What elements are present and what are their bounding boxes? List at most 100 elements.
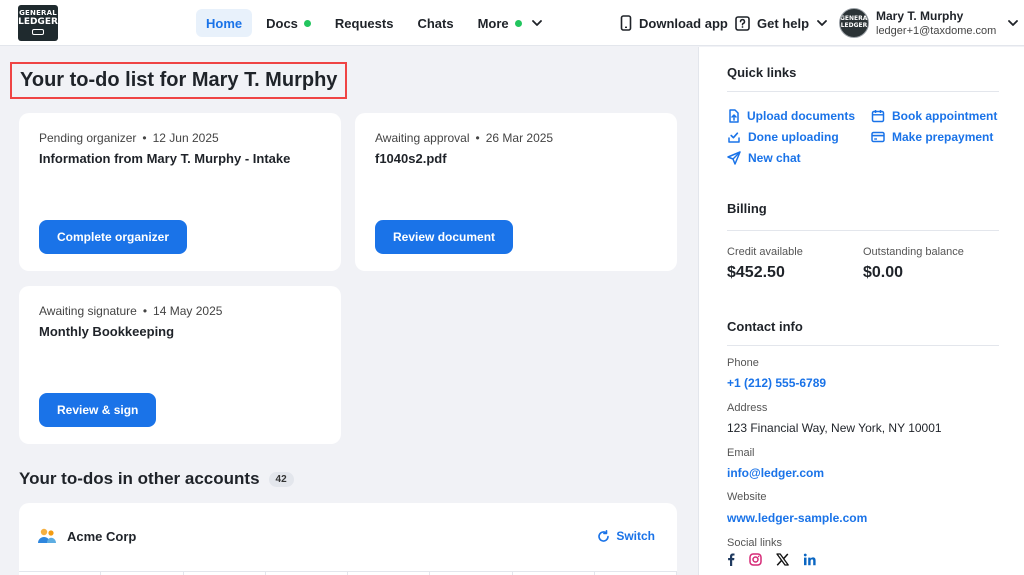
make-prepayment-label: Make prepayment [892,130,994,144]
todo-card: Pending organizer • 12 Jun 2025 Informatio… [19,113,341,271]
book-appointment-label: Book appointment [892,109,998,123]
general-ledger-logo[interactable]: GENERAL LEDGER [18,5,58,41]
todo-date: 26 Mar 2025 [485,131,554,145]
todo-status: Pending organizer [39,131,137,145]
credit-card-icon [871,131,885,143]
upload-documents-link[interactable]: Upload documents [727,109,855,123]
review-document-button[interactable]: Review document [375,220,514,254]
address-label: Address [727,402,768,414]
main-content: Your to-do list for Mary T. Murphy Pendi… [0,47,698,575]
divider [727,91,999,92]
top-navigation-bar: GENERAL LEDGER Home Docs Requests Chats … [0,0,1024,46]
meta-separator: • [142,304,148,318]
email-label: Email [727,447,755,459]
meta-separator: • [142,131,147,145]
todo-status: Awaiting approval [375,131,470,145]
account-todo-grid [19,571,677,575]
user-name: Mary T. Murphy [876,8,964,23]
get-help-button[interactable]: Get help [735,9,834,37]
todo-name: Monthly Bookkeeping [39,324,175,339]
todo-card: Awaiting approval • 26 Mar 2025 f1040s2.pd… [355,113,677,271]
linkedin-icon[interactable] [803,553,816,566]
user-email: ledger+1@taxdome.com [876,24,997,37]
switch-account-button[interactable]: Switch [597,529,655,543]
billing-title: Billing [727,201,767,216]
more-notification-dot [514,19,522,27]
help-icon [735,15,750,31]
other-accounts-title: Your to-dos in other accounts [19,469,260,488]
account-card: Acme Corp Switch [19,503,677,575]
chevron-down-icon [1008,20,1019,26]
user-info: Mary T. Murphy ledger+1@taxdome.com [876,9,996,38]
divider [727,345,999,346]
make-prepayment-link[interactable]: Make prepayment [871,130,993,144]
credit-available-value: $452.50 [727,264,785,281]
book-appointment-link[interactable]: Book appointment [871,109,997,123]
credit-available-label: Credit available [727,246,803,258]
email-link[interactable]: info@ledger.com [727,466,824,480]
social-links [727,553,830,566]
nav-chats[interactable]: Chats [407,9,463,37]
todo-name: Information from Mary T. Murphy - Intake [39,151,291,166]
switch-label: Switch [616,529,655,543]
x-icon[interactable] [776,553,789,566]
account-name: Acme Corp [67,528,137,544]
new-chat-label: New chat [748,151,801,165]
avatar-line-1: GENERAL [840,15,869,22]
nav-home[interactable]: Home [196,9,253,37]
website-link[interactable]: www.ledger-sample.com [727,511,867,525]
todo-meta: Awaiting signature • 14 May 2025 [39,304,222,318]
get-help-label: Get help [757,15,810,31]
right-sidebar: Quick links Upload documents Book appoin… [698,47,1024,575]
upload-documents-label: Upload documents [747,109,856,123]
facebook-icon[interactable] [727,553,735,566]
todo-status: Awaiting signature [39,304,137,318]
todo-name: f1040s2.pdf [375,151,447,166]
instagram-icon[interactable] [749,553,762,566]
nav-more-label: More [477,15,509,31]
logo-emblem [32,29,44,35]
quick-links-title: Quick links [727,65,797,80]
todo-meta: Pending organizer • 12 Jun 2025 [39,131,219,145]
download-app-button[interactable]: Download app [620,9,728,37]
upload-done-icon [728,132,740,143]
upload-file-icon [729,109,739,123]
nav-chats-label: Chats [417,15,454,31]
account-header: Acme Corp [37,527,136,545]
user-menu[interactable]: GENERAL LEDGER Mary T. Murphy ledger+1@t… [839,7,1019,39]
outstanding-balance-label: Outstanding balance [863,246,964,258]
complete-organizer-button[interactable]: Complete organizer [39,220,188,254]
review-and-sign-button[interactable]: Review & sign [39,393,157,427]
avatar: GENERAL LEDGER [839,8,869,38]
todo-card: Awaiting signature • 14 May 2025 Monthly B… [19,286,341,444]
todo-date: 14 May 2025 [153,304,223,318]
avatar-line-2: LEDGER [840,22,868,29]
todo-date: 12 Jun 2025 [152,131,219,145]
chevron-down-icon [817,20,834,26]
users-icon [38,528,56,543]
send-icon [727,151,741,165]
page-title-highlight: Your to-do list for Mary T. Murphy [10,62,348,99]
chevron-down-icon [531,20,542,26]
docs-notification-dot [303,19,311,27]
outstanding-balance-value: $0.00 [863,264,904,281]
nav-more[interactable]: More [468,9,552,37]
logo-line-1: GENERAL [19,9,57,17]
download-app-label: Download app [639,15,728,31]
new-chat-link[interactable]: New chat [727,151,801,165]
nav-docs-label: Docs [266,15,298,31]
done-uploading-link[interactable]: Done uploading [727,130,839,144]
nav-home-label: Home [206,15,243,31]
nav-requests[interactable]: Requests [325,9,404,37]
phone-link[interactable]: +1 (212) 555-6789 [727,376,826,390]
nav-docs[interactable]: Docs [256,9,321,37]
done-uploading-label: Done uploading [748,130,839,144]
website-label: Website [727,491,767,503]
phone-label: Phone [727,357,759,369]
divider [727,230,999,231]
nav-requests-label: Requests [334,15,394,31]
calendar-icon [871,110,885,123]
contact-info-title: Contact info [727,319,803,334]
meta-separator: • [475,131,480,145]
todo-count-badge: 42 [268,471,294,487]
